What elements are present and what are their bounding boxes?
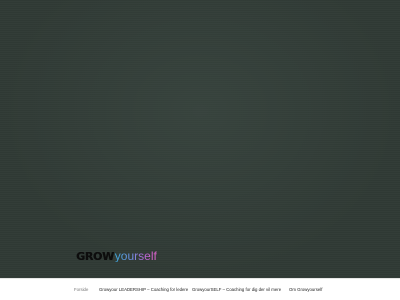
header-hero: GROW yourself: [0, 0, 400, 278]
logo-grow-text: GROW: [76, 250, 114, 263]
nav-item-om-growyourself[interactable]: Om Growyourself: [289, 287, 322, 293]
nav-item-growyour-leadership[interactable]: Growyour LEADERSHIP – Coaching for leder…: [99, 287, 188, 293]
nav-item-forside[interactable]: Forside: [74, 287, 88, 293]
site-logo[interactable]: GROW yourself: [76, 246, 157, 262]
logo-yourself-text: yourself: [114, 249, 157, 263]
main-navigation: Forside Growyour LEADERSHIP – Coaching f…: [0, 278, 400, 300]
nav-item-growyourself[interactable]: GrowyourSELF – Coaching for dig der vil …: [192, 287, 281, 293]
